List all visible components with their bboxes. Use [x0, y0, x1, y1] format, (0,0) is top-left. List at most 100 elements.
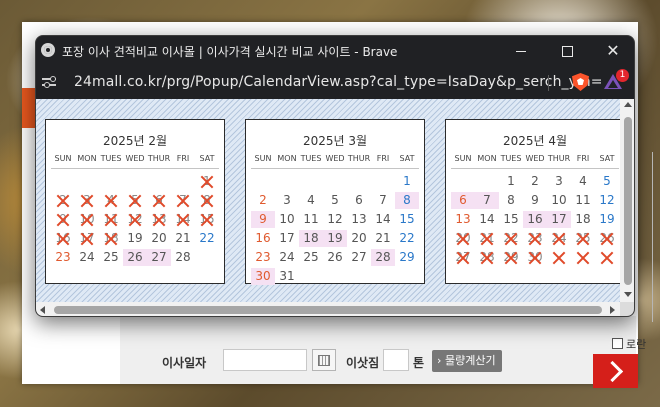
day-cell[interactable]: 14: [371, 211, 395, 228]
day-cell[interactable]: 20: [347, 230, 371, 247]
day-cell[interactable]: 27: [347, 249, 371, 266]
day-cell[interactable]: 30: [251, 268, 275, 285]
vertical-scrollbar[interactable]: [620, 99, 634, 302]
day-cell[interactable]: 22: [195, 230, 219, 247]
scroll-left-icon[interactable]: [40, 306, 45, 314]
weekday-label: FRI: [576, 154, 590, 163]
scroll-down-icon[interactable]: [624, 292, 632, 297]
day-cell[interactable]: 9: [523, 192, 547, 209]
day-cell[interactable]: 28: [371, 249, 395, 266]
day-cell: 16: [51, 230, 75, 247]
site-settings-icon[interactable]: [42, 76, 56, 89]
minimize-icon: [516, 50, 526, 52]
day-cell[interactable]: 23: [51, 249, 75, 266]
day-cell[interactable]: 15: [395, 211, 419, 228]
ladder-checkbox[interactable]: [612, 338, 623, 349]
day-cell[interactable]: 19: [123, 230, 147, 247]
titlebar[interactable]: 포장 이사 견적비교 이사몰 | 이사가격 실시간 비교 사이트 - Brave…: [36, 36, 634, 66]
day-cell[interactable]: 1: [395, 173, 419, 190]
weekday-header: SUN MON TUES WED THUR FRI SAT: [251, 154, 419, 169]
day-cell[interactable]: 10: [547, 192, 571, 209]
day-cell[interactable]: 24: [275, 249, 299, 266]
day-cell[interactable]: 16: [523, 211, 547, 228]
day-cell[interactable]: 31: [275, 268, 299, 285]
day-cell[interactable]: 21: [171, 230, 195, 247]
horizontal-scrollbar[interactable]: [36, 302, 620, 316]
day-cell[interactable]: 8: [395, 192, 419, 209]
move-date-input[interactable]: [223, 349, 307, 371]
day-cell[interactable]: 13: [347, 211, 371, 228]
day-grid: 1 2 3 4 5 6 7 8 9 10 11 12 13 14 15 16 17 18 19 20 21 22 23 24 2…: [451, 172, 619, 267]
day-cell[interactable]: 2: [523, 173, 547, 190]
day-cell[interactable]: 5: [323, 192, 347, 209]
weekday-label: WED: [125, 154, 145, 163]
day-cell[interactable]: 13: [451, 211, 475, 228]
day-cell[interactable]: 18: [571, 211, 595, 228]
ton-input[interactable]: [383, 349, 409, 371]
day-cell[interactable]: 27: [147, 249, 171, 266]
day-cell[interactable]: 14: [475, 211, 499, 228]
day-cell[interactable]: 21: [371, 230, 395, 247]
day-cell: 2: [51, 192, 75, 209]
empty-day-cell: [147, 173, 171, 190]
day-cell[interactable]: 16: [251, 230, 275, 247]
day-cell[interactable]: 26: [323, 249, 347, 266]
day-cell[interactable]: 5: [595, 173, 619, 190]
day-cell[interactable]: 3: [547, 173, 571, 190]
next-button[interactable]: [593, 354, 638, 388]
day-cell[interactable]: 12: [595, 192, 619, 209]
weekday-header: SUN MON TUES WED THUR FRI SAT: [51, 154, 219, 169]
month-calendar: 2025년 3월 SUN MON TUES WED THUR FRI SAT 1234567…: [245, 119, 425, 285]
weekday-label: SAT: [399, 154, 415, 163]
form-strip: [120, 316, 636, 384]
day-cell[interactable]: 23: [251, 249, 275, 266]
day-cell[interactable]: 18: [299, 230, 323, 247]
day-cell[interactable]: 6: [451, 192, 475, 209]
day-cell[interactable]: 12: [323, 211, 347, 228]
day-cell[interactable]: 26: [123, 249, 147, 266]
maximize-button[interactable]: [544, 36, 590, 66]
calendar-content: 2025년 2월 SUN MON TUES WED THUR FRI SAT 1234567…: [36, 99, 620, 302]
day-cell[interactable]: 2: [251, 192, 275, 209]
day-cell[interactable]: 25: [99, 249, 123, 266]
horizontal-scroll-thumb[interactable]: [54, 306, 602, 314]
day-cell[interactable]: 6: [347, 192, 371, 209]
calendar-popup-window: 포장 이사 견적비교 이사몰 | 이사가격 실시간 비교 사이트 - Brave…: [35, 35, 635, 317]
close-button[interactable]: ✕: [590, 36, 634, 66]
day-cell[interactable]: 1: [499, 173, 523, 190]
scroll-right-icon[interactable]: [610, 306, 615, 314]
month-title: 2025년 4월: [502, 134, 568, 148]
day-cell[interactable]: 11: [571, 192, 595, 209]
day-cell[interactable]: 25: [299, 249, 323, 266]
day-cell[interactable]: 17: [547, 211, 571, 228]
day-cell[interactable]: 28: [171, 249, 195, 266]
day-cell[interactable]: 17: [275, 230, 299, 247]
day-cell[interactable]: 22: [395, 230, 419, 247]
weekday-label: TUES: [500, 154, 522, 163]
day-cell[interactable]: 7: [371, 192, 395, 209]
weekday-header: SUN MON TUES WED THUR FRI SAT: [451, 154, 619, 169]
day-cell[interactable]: 24: [75, 249, 99, 266]
day-cell[interactable]: 7: [475, 192, 499, 209]
day-cell[interactable]: 9: [251, 211, 275, 228]
day-cell[interactable]: 19: [595, 211, 619, 228]
day-cell[interactable]: 10: [275, 211, 299, 228]
load-calculator-button[interactable]: 물량계산기: [432, 350, 502, 372]
empty-day-cell: [323, 173, 347, 190]
day-cell[interactable]: 4: [571, 173, 595, 190]
minimize-button[interactable]: [498, 36, 544, 66]
day-cell[interactable]: 15: [499, 211, 523, 228]
ladder-label: 로란: [626, 338, 647, 351]
vertical-scroll-thumb[interactable]: [624, 117, 632, 285]
day-cell[interactable]: 3: [275, 192, 299, 209]
calendar-button[interactable]: [312, 349, 336, 371]
day-cell[interactable]: 11: [299, 211, 323, 228]
weekday-label: TUES: [300, 154, 322, 163]
day-cell[interactable]: 4: [299, 192, 323, 209]
day-cell[interactable]: 20: [147, 230, 171, 247]
scroll-up-icon[interactable]: [624, 102, 632, 107]
day-cell[interactable]: 19: [323, 230, 347, 247]
day-cell[interactable]: 29: [395, 249, 419, 266]
day-cell[interactable]: 8: [499, 192, 523, 209]
url-text[interactable]: 24mall.co.kr/prg/Popup/CalendarView.asp?…: [74, 74, 603, 90]
